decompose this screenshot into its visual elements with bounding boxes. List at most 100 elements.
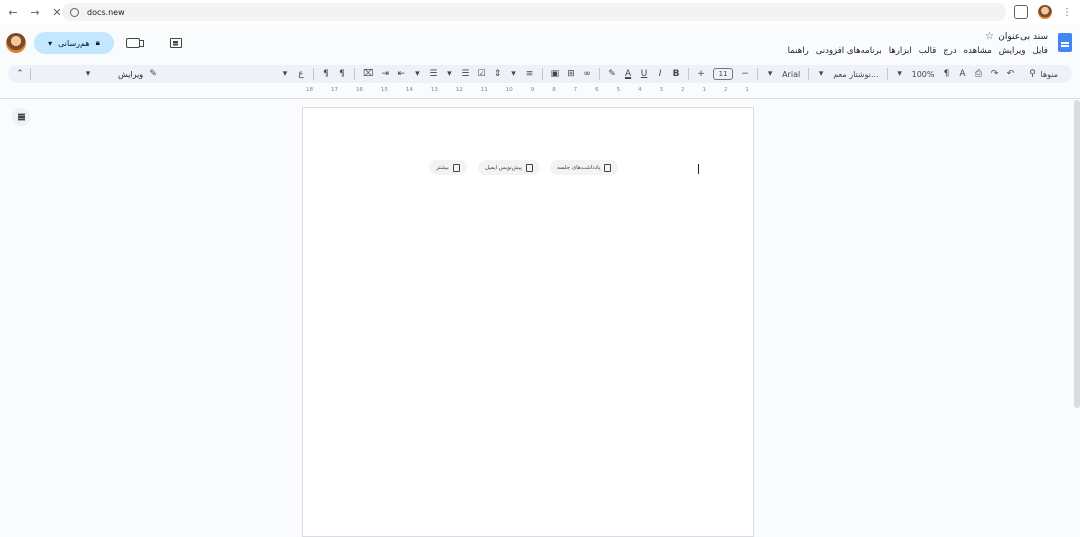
chip-label: یادداشت‌های جلسه [557,164,601,171]
line-spacing-icon[interactable]: ⇕ [494,69,502,79]
extensions-icon[interactable] [1014,5,1028,19]
document-page[interactable]: یادداشت‌های جلسه پیش‌نویس ایمیل بیشتر [302,107,754,537]
align-icon[interactable]: ≡ [526,69,534,79]
menu-search[interactable]: ⚲ منوها [1023,67,1065,81]
increase-font-icon[interactable]: + [697,69,705,79]
italic-icon[interactable]: I [656,69,664,79]
ruler-mark: 15 [380,87,388,93]
site-info-icon[interactable] [70,7,79,17]
collapse-icon[interactable]: ⌃ [16,69,24,79]
bulleted-list-icon[interactable]: ☰ [461,69,469,79]
font-dropdown-icon[interactable]: ▾ [766,69,774,79]
document-title[interactable]: سند بی‌عنوان [998,32,1048,42]
align-dropdown-icon[interactable]: ▾ [510,69,518,79]
bulleted-list-dropdown-icon[interactable]: ▾ [445,69,453,79]
divider [599,68,601,80]
editing-mode-select[interactable]: ▾ ویرایش ✎ [84,65,157,83]
spellcheck-icon[interactable]: A [959,69,967,79]
zoom-select[interactable]: 100% [912,70,935,79]
browser-menu-icon[interactable]: ⋮ [1062,7,1072,18]
horizontal-ruler[interactable]: 18 17 16 15 14 13 12 11 10 9 8 7 6 5 4 3… [300,87,755,97]
link-icon[interactable]: ∞ [583,69,591,79]
pencil-icon: ✎ [149,69,157,79]
more-chip[interactable]: بیشتر [429,160,467,175]
print-icon[interactable]: ⎙ [975,69,983,79]
decrease-indent-icon[interactable]: ⇤ [397,69,406,79]
menu-extensions[interactable]: برنامه‌های افزودنی [816,46,882,56]
ruler-mark: 1 [745,87,749,93]
text-cursor [698,164,699,174]
divider [541,68,543,80]
text-color-icon[interactable]: A [624,69,632,79]
ruler-mark: 13 [430,87,438,93]
forward-icon[interactable]: → [26,3,44,21]
docs-header: سند بی‌عنوان ☆ فایل ویرایش مشاهده درج قا… [0,24,1080,64]
divider [312,68,314,80]
font-size-input[interactable]: 11 [713,68,734,80]
document-icon [604,163,612,172]
input-tools-dropdown-icon[interactable]: ▾ [281,69,289,79]
menu-insert[interactable]: درج [943,46,956,56]
rtl-icon[interactable]: ¶ [338,69,346,79]
divider [757,68,759,80]
paint-format-icon[interactable]: ¶ [943,69,951,79]
chip-label: بیشتر [436,164,449,171]
underline-icon[interactable]: U [640,69,648,79]
ruler-mark: 2 [681,87,685,93]
dropdown-arrow-icon[interactable]: ▾ [48,39,52,48]
divider [688,68,690,80]
ruler-mark: 10 [505,87,513,93]
ltr-icon[interactable]: ¶ [322,69,330,79]
meeting-notes-chip[interactable]: یادداشت‌های جلسه [550,160,619,175]
back-icon[interactable]: ← [4,3,22,21]
numbered-list-dropdown-icon[interactable]: ▾ [413,69,421,79]
browser-toolbar: ← → ✕ docs.new ⋮ [0,0,1080,24]
add-comment-icon[interactable]: ⊞ [567,69,575,79]
meet-icon[interactable] [126,38,144,48]
menu-bar: فایل ویرایش مشاهده درج قالب ابزارها برنا… [788,46,1048,56]
vertical-scrollbar[interactable] [1074,100,1080,408]
font-select[interactable]: Arial [782,70,800,79]
comments-icon[interactable] [170,38,182,48]
increase-indent-icon[interactable]: ⇥ [381,69,390,79]
star-icon[interactable]: ☆ [985,31,994,42]
checklist-icon[interactable]: ☑ [477,69,485,79]
email-icon [525,163,533,172]
undo-icon[interactable]: ↶ [1007,69,1015,79]
menu-edit[interactable]: ویرایش [999,46,1026,56]
formatting-toolbar: ⚲ منوها ↶ ↷ ⎙ A ¶ 100% ▾ نوشتار معم... ▾… [8,65,1072,83]
ruler-mark: 17 [330,87,338,93]
edit-mode-label: ویرایش [118,69,144,79]
menu-view[interactable]: مشاهده [964,46,992,56]
divider [886,68,888,80]
style-select[interactable]: نوشتار معم... [833,70,878,79]
zoom-dropdown-icon[interactable]: ▾ [896,69,904,79]
bold-icon[interactable]: B [672,69,680,79]
outline-icon [17,116,25,118]
building-blocks-icon [452,163,460,172]
menu-file[interactable]: فایل [1033,46,1048,56]
clear-formatting-icon[interactable]: ⌧ [363,69,373,79]
ruler-mark: 2 [723,87,728,93]
menu-help[interactable]: راهنما [788,46,809,56]
numbered-list-icon[interactable]: ☰ [429,69,437,79]
style-dropdown-icon[interactable]: ▾ [817,69,825,79]
account-avatar[interactable] [6,33,26,53]
share-button[interactable]: ▾ هم‌رسانی 🔒︎ [34,32,114,54]
input-tools-icon[interactable]: ع [297,69,305,79]
menu-tools[interactable]: ابزارها [889,46,912,56]
insert-image-icon[interactable]: ▣ [551,69,560,79]
ruler-mark: 14 [405,87,413,93]
highlight-icon[interactable]: ✎ [608,69,616,79]
redo-icon[interactable]: ↷ [991,69,999,79]
ruler-mark: 18 [306,87,313,93]
menu-format[interactable]: قالب [919,46,937,56]
chip-label: پیش‌نویس ایمیل [485,164,522,171]
decrease-font-icon[interactable]: − [741,69,749,79]
email-draft-chip[interactable]: پیش‌نویس ایمیل [478,160,540,175]
docs-logo-icon[interactable] [1058,33,1072,52]
address-bar[interactable]: docs.new [62,3,1006,21]
document-outline-button[interactable] [12,108,30,126]
profile-avatar[interactable] [1038,5,1052,19]
edit-dropdown-icon: ▾ [85,69,91,79]
